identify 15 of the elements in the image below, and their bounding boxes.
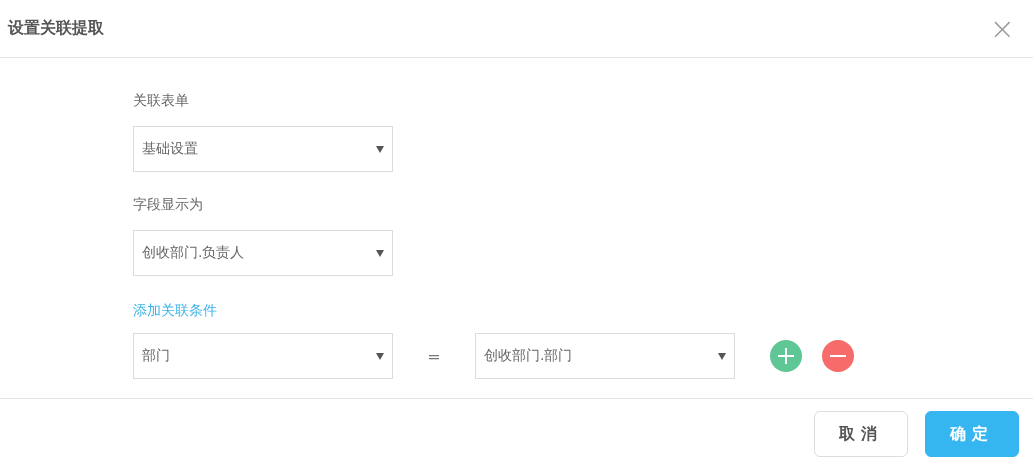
add-icon[interactable] xyxy=(770,340,802,372)
equals-sign: = xyxy=(426,346,442,366)
field-label: 关联表单 xyxy=(133,92,190,110)
caret-icon xyxy=(376,249,384,257)
dropdown-select[interactable]: 创收部门.部门 xyxy=(475,333,735,379)
dropdown-select[interactable]: 创收部门.负责人 xyxy=(133,230,393,276)
cancel-button[interactable]: 取消 xyxy=(814,411,908,457)
dialog-title: 设置关联提取 xyxy=(8,18,104,39)
caret-icon xyxy=(718,352,726,360)
remove-icon[interactable] xyxy=(822,340,854,372)
dropdown-select[interactable]: 部门 xyxy=(133,333,393,379)
dropdown-select[interactable]: 基础设置 xyxy=(133,126,393,172)
caret-icon xyxy=(376,352,384,360)
caret-icon xyxy=(376,145,384,153)
field-label: 字段显示为 xyxy=(133,196,204,214)
